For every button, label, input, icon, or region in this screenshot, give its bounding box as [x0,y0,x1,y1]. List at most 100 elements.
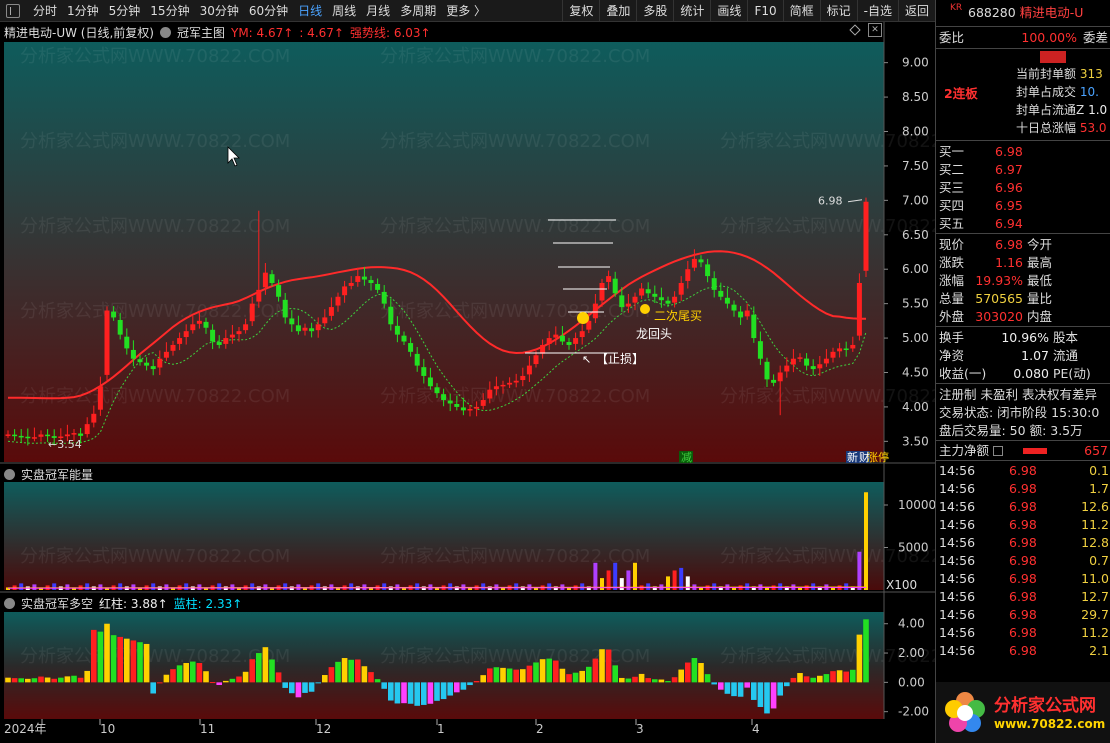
site-logo: 分析家公式网 www.70822.com [936,682,1110,743]
ls-bar [394,682,401,704]
volume-bar [32,584,37,590]
tick-row: 14:56 6.98 1.7 [939,481,1109,496]
candle-body [685,269,691,281]
ls-bar [170,669,176,683]
indicator-toggle-icon[interactable] [159,27,171,38]
x-axis-label: 12 [316,722,331,736]
ls-bar [427,682,434,704]
ls-toggle-icon[interactable] [4,598,15,609]
ls-bar [401,682,407,704]
ls-bar [388,682,394,701]
tool-button-2[interactable]: 多股 [636,0,673,22]
pane-close-icon[interactable]: ✕ [868,23,882,37]
candle-body [599,282,605,301]
ls-bar [652,679,658,683]
period-tab-10[interactable]: 更多 〉 [441,0,491,22]
candle-body [196,320,202,324]
tick-row: 14:56 6.98 12.7 [939,589,1109,604]
volume-bar [679,567,684,590]
period-tab-0[interactable]: 分时 [28,0,62,22]
candle-body [137,359,143,363]
menu-icon[interactable] [6,3,20,18]
candle-body [355,276,361,282]
tool-button-9[interactable]: 返回 [897,0,935,22]
ls-bar [592,658,599,683]
period-tab-3[interactable]: 15分钟 [145,0,194,22]
period-tab-7[interactable]: 周线 [327,0,361,22]
ls-bar [322,675,328,683]
volume-title[interactable]: 实盘冠军能量 [21,466,93,483]
ls-bar [506,668,513,683]
tick-row: 14:56 6.98 0.1 [939,463,1109,478]
period-tab-5[interactable]: 60分钟 [244,0,293,22]
tool-button-0[interactable]: 复权 [562,0,599,22]
indicator-name[interactable]: 冠军主图 [177,24,225,41]
candle-body [507,382,513,385]
candle-body [566,342,572,345]
volume-bar [65,584,70,590]
ls-bar [157,682,163,684]
volume-bar [600,578,604,590]
x-axis-label: 3 [636,722,644,736]
candle-body [414,353,420,366]
extra-row: 收益(一) 0.080 PE(动) [939,366,1091,381]
tool-button-7[interactable]: 标记 [819,0,857,22]
kline-chart[interactable]: 分析家公式网WWW.70822.COM 分析家公式网WWW.70822.COM 分析… [0,22,935,743]
ls-bar [671,677,678,683]
volume-toggle-icon[interactable] [4,469,15,480]
tool-button-4[interactable]: 画线 [710,0,747,22]
ls-bar [190,661,196,683]
candle-body [718,290,724,297]
volume-bar [646,583,651,590]
ls-bar [335,661,341,683]
tool-button-8[interactable]: -自选 [856,0,898,22]
tool-button-1[interactable]: 叠加 [599,0,636,22]
seal-expand-icon[interactable] [1040,51,1066,63]
tool-button-5[interactable]: F10 [747,0,782,22]
candle-body [546,338,552,344]
candle-body [837,348,843,352]
candle-body [216,342,222,345]
candle-body [711,278,717,290]
ls-bar [176,665,183,683]
volume-bar [283,583,288,590]
second-tail-label: 二次尾买 [654,309,702,323]
watermark-text: 分析家公式网WWW.70822.COM [380,46,650,67]
candle-body [5,434,11,436]
period-tab-6[interactable]: 日线 [293,0,327,22]
period-tab-2[interactable]: 5分钟 [104,0,146,22]
period-tab-4[interactable]: 30分钟 [195,0,244,22]
ls-bar [487,668,493,683]
ls-bar [836,670,843,683]
ls-bar [619,677,625,683]
watermark-text: 分析家公式网WWW.70822.COM [380,386,650,407]
period-tab-1[interactable]: 1分钟 [62,0,104,22]
bid-ladder: 买一 6.98 买二 6.97 买三 6.96 买四 6.95 买五 6.94 [936,140,1110,233]
ls-bar [262,647,269,683]
list-icon[interactable] [993,446,1004,456]
ls-bar [599,649,605,683]
candle-body [408,343,414,352]
candle-body [790,358,796,365]
ls-bar [249,659,255,683]
ls-bar [658,679,665,683]
y-tick-label: 8.50 [902,90,929,104]
candle-body [731,304,737,311]
tool-button-3[interactable]: 统计 [673,0,710,22]
candle-body [256,289,262,302]
period-tab-8[interactable]: 月线 [361,0,395,22]
tool-button-6[interactable]: 简框 [782,0,820,22]
candle-body [520,375,526,381]
ls-bar [447,682,453,696]
period-tab-9[interactable]: 多周期 [395,0,441,22]
ls-title[interactable]: 实盘冠军多空 [21,595,93,612]
candle-body [309,328,315,332]
chart-area[interactable]: 分析家公式网WWW.70822.COM 分析家公式网WWW.70822.COM 分析… [0,22,935,743]
candle-body [71,433,77,435]
candle-body [12,434,18,437]
ls-bar [242,671,249,683]
candle-body [672,296,678,303]
dragon-label: 龙回头 [636,327,672,341]
tick-list[interactable]: 14:56 6.98 0.1 14:56 6.98 1.7 14:56 6.98 12.6 14:… [936,460,1110,660]
ls-bar [216,682,222,685]
